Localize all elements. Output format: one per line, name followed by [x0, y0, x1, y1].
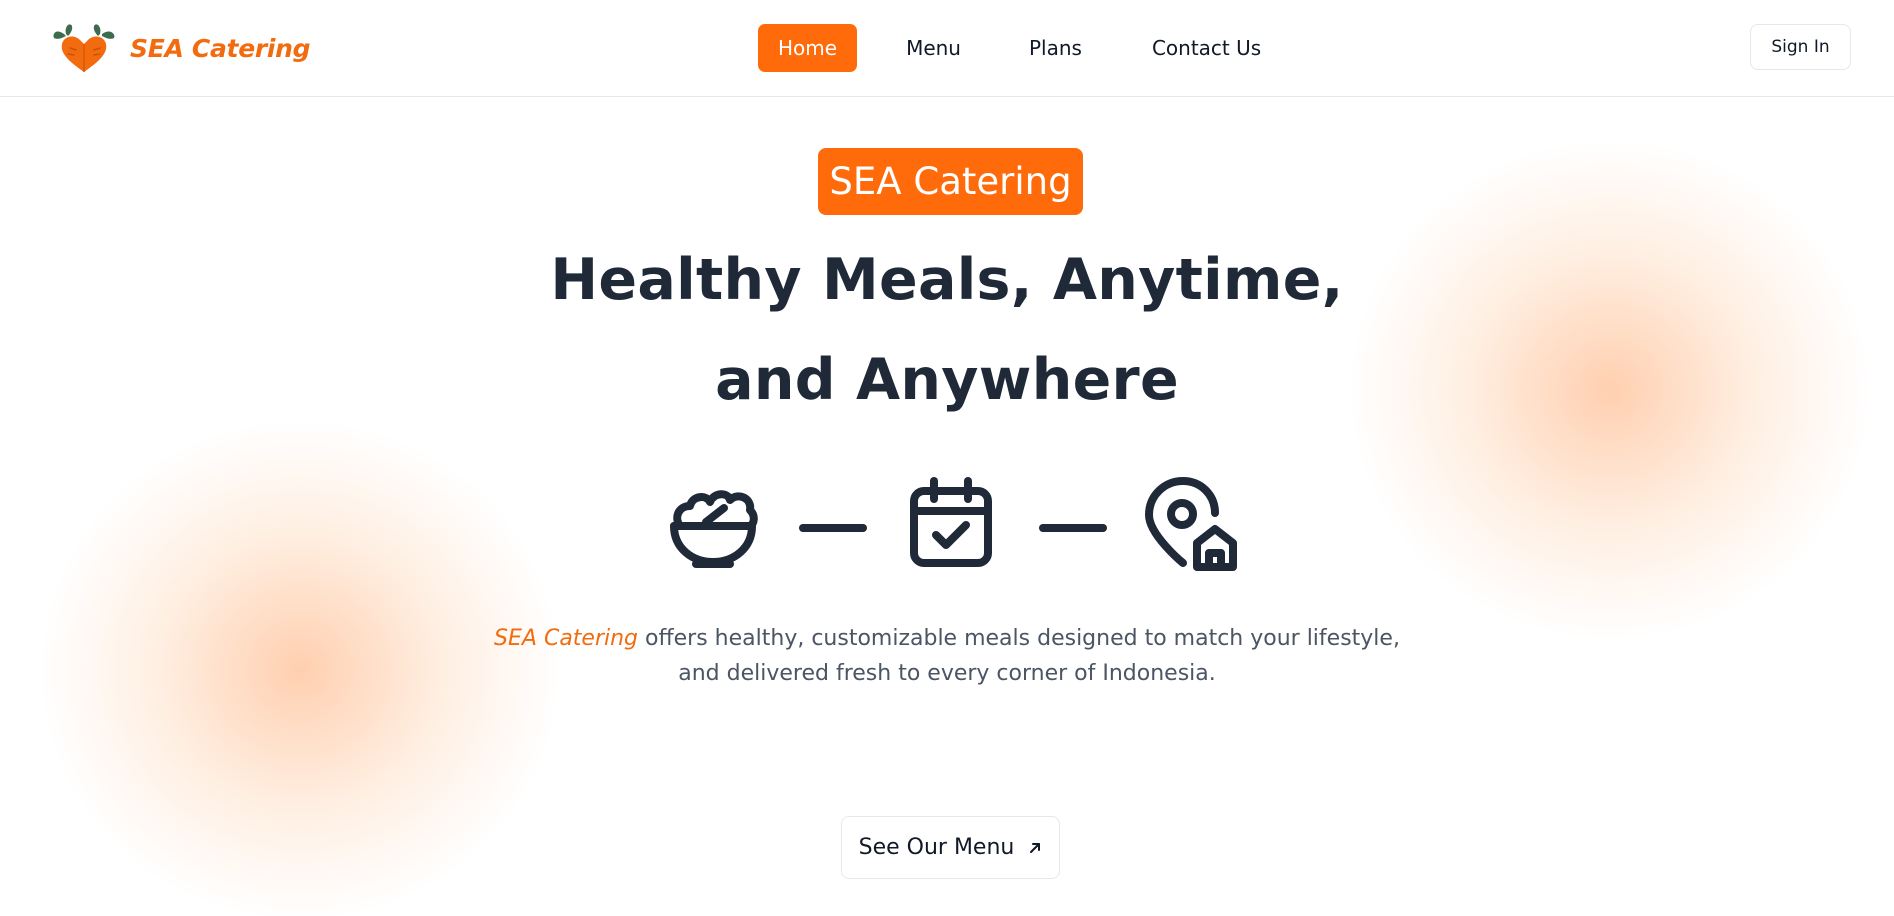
sign-in-button[interactable]: Sign In [1750, 24, 1851, 70]
nav-item-menu[interactable]: Menu [906, 24, 961, 72]
brand[interactable]: SEA Catering [50, 20, 311, 76]
feature-icon-row [660, 477, 1260, 577]
hero-description: SEA Catering offers healthy, customizabl… [447, 621, 1447, 691]
main-nav: Home Menu Plans Contact Us [758, 24, 1261, 72]
description-line-1: offers healthy, customizable meals desig… [638, 626, 1400, 651]
description-line-2: and delivered fresh to every corner of I… [678, 661, 1216, 686]
salad-bowl-icon [670, 490, 758, 568]
nav-item-contact-us[interactable]: Contact Us [1152, 24, 1261, 72]
see-our-menu-label: See Our Menu [858, 835, 1015, 860]
see-our-menu-button[interactable]: See Our Menu [841, 816, 1060, 879]
map-pin-home-icon [1145, 477, 1237, 571]
hero-section: SEA Catering Healthy Meals, Anytime, and… [0, 97, 1894, 916]
connector-dash-1 [799, 524, 867, 532]
headline-line-2: and Anywhere [715, 347, 1179, 413]
arrow-up-right-icon [1030, 842, 1041, 853]
carrot-heart-icon [53, 24, 115, 72]
description-brand: SEA Catering [494, 626, 639, 651]
headline-line-1: Healthy Meals, Anytime, [550, 247, 1344, 313]
nav-item-home[interactable]: Home [758, 24, 858, 72]
nav-item-plans[interactable]: Plans [1029, 24, 1082, 72]
hero-headline: Healthy Meals, Anytime, and Anywhere [447, 230, 1447, 430]
connector-dash-2 [1039, 524, 1107, 532]
top-navbar: SEA Catering Home Menu Plans Contact Us … [0, 0, 1894, 97]
hero-badge: SEA Catering [818, 148, 1083, 215]
brand-name: SEA Catering [130, 33, 311, 63]
calendar-check-icon [910, 477, 992, 567]
